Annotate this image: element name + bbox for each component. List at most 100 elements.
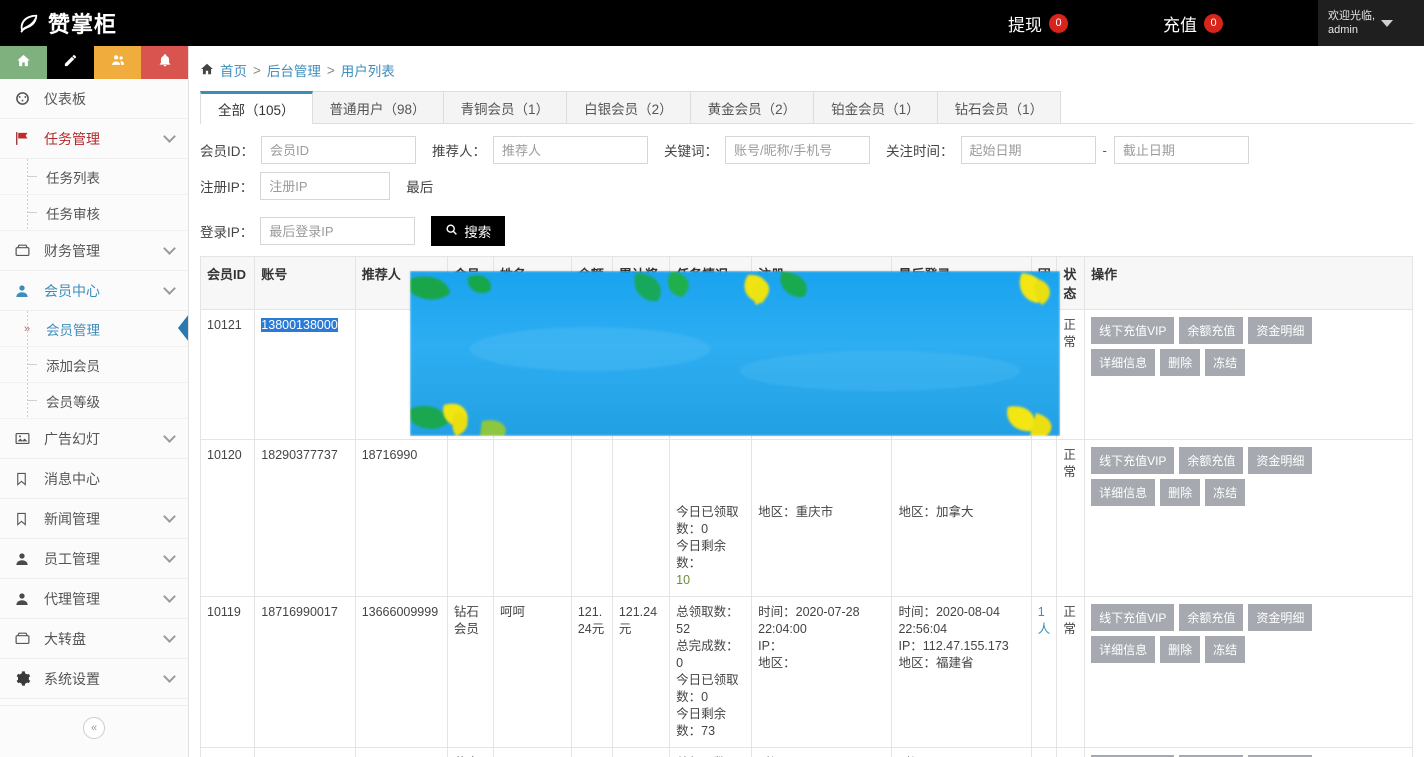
chevron-double-left-icon[interactable]: «: [83, 717, 105, 739]
cell-account: 18716990017: [255, 597, 355, 748]
sidebar-subitem-member-level[interactable]: 会员等级: [0, 383, 188, 419]
freeze-button[interactable]: 冻结: [1205, 636, 1245, 663]
breadcrumb-item-home[interactable]: 首页: [220, 60, 247, 80]
balance-recharge-button[interactable]: 余额充值: [1179, 604, 1243, 631]
sidebar-item-wheel[interactable]: 大转盘: [0, 619, 188, 659]
referrer-input[interactable]: [493, 136, 648, 164]
delete-button[interactable]: 删除: [1160, 636, 1200, 663]
sidebar-subitem-member-add[interactable]: 添加会员: [0, 347, 188, 383]
detail-info-button[interactable]: 详细信息: [1091, 349, 1155, 376]
fund-detail-button[interactable]: 资金明细: [1248, 604, 1312, 631]
task-info-remaining: 10: [676, 572, 745, 589]
fund-detail-button[interactable]: 资金明细: [1248, 317, 1312, 344]
cell-reward: [612, 440, 669, 597]
truncated-label-group: 最后: [406, 176, 440, 196]
freeze-button[interactable]: 冻结: [1205, 479, 1245, 506]
task-info-line: 今日剩余数：73: [676, 706, 745, 740]
fund-detail-button[interactable]: 资金明细: [1248, 447, 1312, 474]
user-menu[interactable]: 欢迎光临, admin: [1318, 0, 1424, 46]
register-line: 地区：重庆市: [758, 504, 885, 521]
balance-recharge-button[interactable]: 余额充值: [1179, 447, 1243, 474]
user-icon: [14, 591, 34, 607]
cell-task-info: 今日已领取数：0 今日剩余数： 10: [670, 440, 752, 597]
date-start-input[interactable]: [961, 136, 1096, 164]
cell-balance: [571, 440, 612, 597]
sidebar-item-agent-management[interactable]: 代理管理: [0, 579, 188, 619]
quick-edit-button[interactable]: [47, 46, 94, 79]
detail-info-button[interactable]: 详细信息: [1091, 636, 1155, 663]
delete-button[interactable]: 删除: [1160, 479, 1200, 506]
box-icon: [14, 242, 34, 259]
tab-bronze-member[interactable]: 青铜会员（1）: [443, 91, 568, 123]
quick-bell-button[interactable]: [141, 46, 188, 79]
sidebar-item-message-center[interactable]: 消息中心: [0, 459, 188, 499]
cell-member-id: 10120: [201, 440, 255, 597]
sidebar-item-ad-slides[interactable]: 广告幻灯: [0, 419, 188, 459]
offline-vip-recharge-button[interactable]: 线下充值VIP: [1091, 447, 1174, 474]
sidebar-subitem-task-audit[interactable]: 任务审核: [0, 195, 188, 231]
table-row[interactable]: 10120 18290377737 18716990 今日已领取数：0 今日剩余…: [201, 440, 1413, 597]
breadcrumb: 首页 > 后台管理 > 用户列表: [189, 46, 1424, 92]
offline-vip-recharge-button[interactable]: 线下充值VIP: [1091, 317, 1174, 344]
recharge-link[interactable]: 充值 0: [1163, 11, 1223, 36]
withdraw-link[interactable]: 提现 0: [1008, 11, 1068, 36]
team-link[interactable]: 1人: [1038, 605, 1051, 636]
offline-vip-recharge-button[interactable]: 线下充值VIP: [1091, 604, 1174, 631]
sidebar-item-label: 代理管理: [44, 589, 165, 609]
cell-last-login: 时间：2020-07-28 11:02:57 IP：219.133.177.67…: [892, 748, 1031, 757]
cell-member-id: 10118: [201, 748, 255, 757]
cell-last-login: 时间：2020-08-04 22:56:04 IP：112.47.155.173…: [892, 597, 1031, 748]
cell-reward: 121.24元: [612, 597, 669, 748]
keyword-input[interactable]: [725, 136, 870, 164]
blurred-blue-banner-image[interactable]: [410, 271, 1060, 436]
tab-normal-user[interactable]: 普通用户（98）: [312, 91, 444, 123]
sidebar-item-task-management[interactable]: 任务管理: [0, 119, 188, 159]
quick-home-button[interactable]: [0, 46, 47, 79]
register-ip-input[interactable]: [260, 172, 390, 200]
sidebar-item-news-management[interactable]: 新闻管理: [0, 499, 188, 539]
detail-info-button[interactable]: 详细信息: [1091, 479, 1155, 506]
register-ip-group: 注册IP：: [200, 172, 390, 200]
table-row[interactable]: 10118 13666009999 2000000 黄金会员 zzg 40.60…: [201, 748, 1413, 757]
th-status[interactable]: 状态: [1057, 257, 1085, 310]
quick-users-button[interactable]: [94, 46, 141, 79]
search-form: 会员ID： 推荐人： 关键词： 关注时间： - 注册IP：: [189, 124, 1424, 256]
cell-referrer: 18716990: [355, 440, 447, 597]
cell-operations: 线下充值VIP 余额充值 资金明细 详细信息 删除 冻结: [1085, 748, 1413, 757]
task-info-line: 今日已领取数：0: [676, 672, 745, 706]
chevron-down-icon: [163, 590, 176, 603]
tree-dash: [28, 176, 37, 177]
table-row[interactable]: 10119 18716990017 13666009999 钻石会员 呵呵 12…: [201, 597, 1413, 748]
delete-button[interactable]: 删除: [1160, 349, 1200, 376]
sidebar-item-finance-management[interactable]: 财务管理: [0, 231, 188, 271]
breadcrumb-item-user-list[interactable]: 用户列表: [341, 60, 395, 80]
tab-platinum-member[interactable]: 铂金会员（1）: [813, 91, 938, 123]
search-button[interactable]: 搜索: [431, 216, 505, 246]
member-id-input[interactable]: [261, 136, 416, 164]
tab-silver-member[interactable]: 白银会员（2）: [566, 91, 691, 123]
tab-gold-member[interactable]: 黄金会员（2）: [690, 91, 815, 123]
login-ip-input[interactable]: [260, 217, 415, 245]
sidebar: 仪表板 任务管理 任务列表 任务审核 财务管理: [0, 46, 189, 757]
sidebar-item-staff-management[interactable]: 员工管理: [0, 539, 188, 579]
freeze-button[interactable]: 冻结: [1205, 349, 1245, 376]
balance-recharge-button[interactable]: 余额充值: [1179, 317, 1243, 344]
sidebar-item-label: 新闻管理: [44, 509, 165, 529]
brand-name: 赞掌柜: [48, 7, 117, 39]
th-member-id[interactable]: 会员ID: [201, 257, 255, 310]
tab-diamond-member[interactable]: 钻石会员（1）: [937, 91, 1062, 123]
bookmark-icon: [14, 511, 34, 527]
sidebar-subitem-member-manage[interactable]: » 会员管理: [0, 311, 188, 347]
sidebar-subitem-task-list[interactable]: 任务列表: [0, 159, 188, 195]
sidebar-item-dashboard[interactable]: 仪表板: [0, 79, 188, 119]
th-account[interactable]: 账号: [255, 257, 355, 310]
brand-logo[interactable]: 赞掌柜: [0, 7, 195, 39]
date-end-input[interactable]: [1114, 136, 1249, 164]
cell-member-level: 黄金会员: [447, 748, 493, 757]
user-icon: [14, 283, 34, 299]
breadcrumb-item-admin[interactable]: 后台管理: [267, 60, 321, 80]
sidebar-item-system-settings[interactable]: 系统设置: [0, 659, 188, 699]
th-operations[interactable]: 操作: [1085, 257, 1413, 310]
sidebar-item-member-center[interactable]: 会员中心: [0, 271, 188, 311]
tab-all[interactable]: 全部（105）: [200, 91, 313, 124]
